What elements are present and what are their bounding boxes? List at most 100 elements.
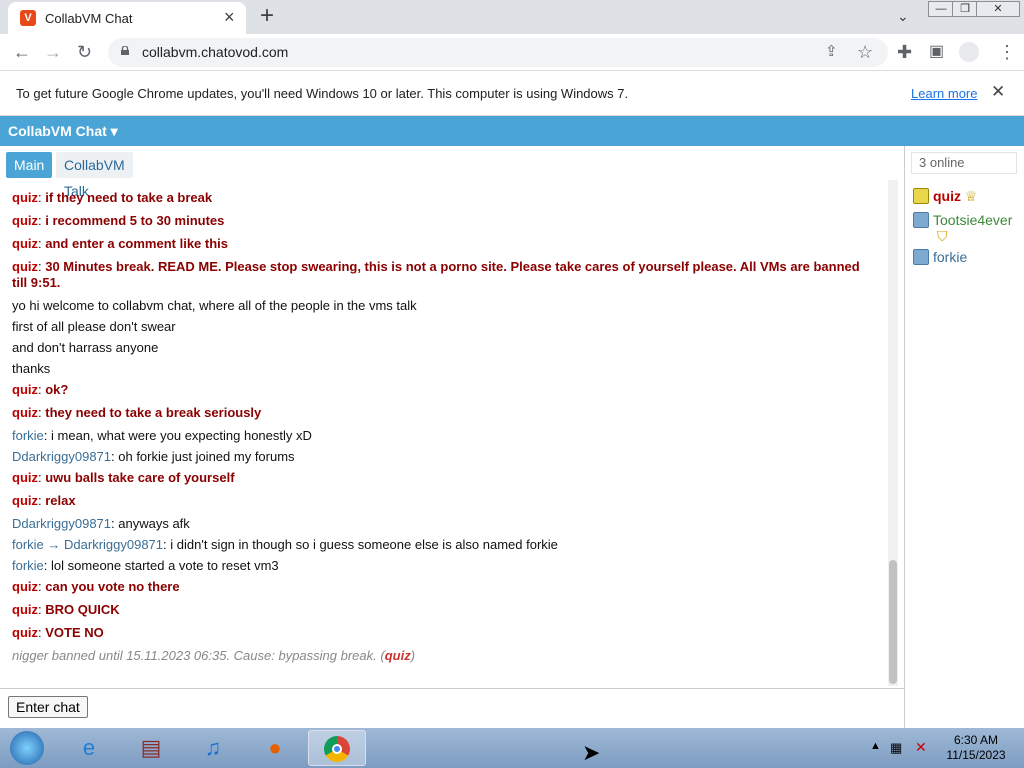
restore-icon[interactable]: ❐ (952, 1, 978, 17)
chat-pane: Main CollabVM Talk quiz: if they need to… (0, 146, 904, 688)
chat-message: quiz: i recommend 5 to 30 minutes (12, 213, 225, 228)
message-username[interactable]: quiz (12, 579, 38, 594)
user-name: forkie (933, 249, 968, 265)
new-tab-icon[interactable]: + (260, 4, 274, 28)
user-tootsie4ever[interactable]: Tootsie4ever ⛉ (913, 212, 1023, 245)
crown-icon: ♕ (964, 188, 978, 204)
user-name: Tootsie4ever (933, 212, 1013, 228)
archive-app-icon[interactable]: ▤ (124, 730, 178, 766)
chat-scrollbar[interactable] (888, 180, 898, 686)
scroll-thumb[interactable] (889, 560, 897, 684)
message-username[interactable]: forkie (12, 558, 44, 573)
bookmark-star-icon[interactable]: ☆ (857, 42, 873, 62)
tab-collabvm-talk[interactable]: CollabVM Talk (56, 152, 133, 199)
message-text: lol someone started a vote to reset vm3 (51, 558, 279, 573)
message-text: oh forkie just joined my forums (118, 449, 295, 464)
lock-icon (121, 46, 129, 55)
app-title-dropdown[interactable]: CollabVM Chat ▾ (8, 123, 118, 140)
system-ban-message: nigger banned until 15.11.2023 06:35. Ca… (12, 648, 872, 663)
music-player-icon[interactable]: ♫ (186, 730, 240, 766)
internet-explorer-icon[interactable]: e (62, 730, 116, 766)
message-username[interactable]: quiz (12, 602, 38, 617)
message-text: BRO QUICK (45, 602, 120, 617)
clock-time: 6:30 AM (953, 733, 999, 747)
moderator-shield-icon: ⛉ (937, 228, 948, 244)
message-username[interactable]: quiz (12, 236, 38, 251)
chat-message: quiz: ok? (12, 382, 69, 397)
message-username[interactable]: quiz (12, 493, 38, 508)
message-text: can you vote no there (45, 579, 180, 594)
tab-main[interactable]: Main (6, 152, 53, 178)
browser-tab-strip: V CollabVM Chat × + ⌄ — ❐ ✕ (0, 0, 1024, 34)
user-forkie[interactable]: forkie (913, 249, 967, 265)
message-text: 30 Minutes break. READ ME. Please stop s… (12, 259, 860, 290)
address-bar[interactable]: collabvm.chatovod.com (108, 38, 888, 67)
browser-tab[interactable]: V CollabVM Chat × (8, 2, 246, 34)
message-line: and don't harrass anyone (12, 340, 159, 355)
system-clock[interactable]: 6:30 AM 11/15/2023 (938, 733, 1014, 763)
user-avatar-icon (913, 212, 929, 228)
show-hidden-icons-icon[interactable]: ▲ (870, 740, 881, 752)
message-username[interactable]: quiz (12, 470, 38, 485)
message-line: thanks (12, 361, 51, 376)
user-name: quiz (933, 188, 961, 204)
tab-title: CollabVM Chat (45, 11, 133, 26)
close-window-icon[interactable]: ✕ (976, 1, 1020, 17)
message-username[interactable]: quiz (12, 405, 38, 420)
message-username[interactable]: quiz (12, 625, 38, 640)
message-username[interactable]: quiz (12, 259, 38, 274)
start-button-icon[interactable] (0, 730, 54, 766)
side-panel-icon[interactable]: ▣ (929, 42, 944, 62)
volume-muted-icon[interactable]: ✕ (915, 739, 927, 756)
message-text: uwu balls take care of yourself (45, 470, 235, 485)
message-text: i mean, what were you expecting honestly… (51, 428, 312, 443)
learn-more-link[interactable]: Learn more (911, 86, 977, 101)
chat-input-area: Enter chat (0, 688, 904, 728)
user-list-pane: 3 online quiz ♕ Tootsie4ever ⛉ forkie (904, 146, 1024, 728)
close-tab-icon[interactable]: × (224, 8, 235, 26)
chat-message: quiz: BRO QUICK (12, 602, 120, 617)
system-text-end: ) (410, 648, 416, 663)
chrome-taskbar-icon[interactable] (308, 730, 366, 766)
chat-message: forkie: i mean, what were you expecting … (12, 428, 312, 443)
message-username[interactable]: forkie → Ddarkriggy09871 (12, 537, 163, 552)
url-text: collabvm.chatovod.com (142, 44, 289, 60)
back-icon[interactable]: ← (13, 42, 31, 62)
reload-icon[interactable]: ↻ (77, 42, 92, 62)
system-text: nigger banned until 15.11.2023 06:35. Ca… (12, 648, 385, 663)
extensions-icon[interactable]: ✚ (897, 42, 912, 62)
share-icon[interactable]: ⇪ (825, 42, 838, 62)
message-username[interactable]: Ddarkriggy09871 (12, 449, 111, 464)
update-infobar: To get future Google Chrome updates, you… (0, 71, 1024, 116)
minimize-icon[interactable]: — (928, 1, 954, 17)
message-line: yo hi welcome to collabvm chat, where al… (12, 298, 417, 313)
enter-chat-button[interactable]: Enter chat (8, 696, 88, 718)
message-username[interactable]: quiz (12, 382, 38, 397)
user-quiz[interactable]: quiz ♕ (913, 188, 977, 205)
message-text: if they need to take a break (45, 190, 213, 205)
chat-message: quiz: VOTE NO (12, 625, 104, 640)
chat-message: Ddarkriggy09871: anyways afk (12, 516, 190, 531)
chat-message: forkie → Ddarkriggy09871: i didn't sign … (12, 537, 558, 552)
message-username[interactable]: quiz (12, 190, 38, 205)
network-icon[interactable]: ▦ (890, 740, 902, 756)
tab-search-icon[interactable]: ⌄ (897, 8, 909, 25)
message-text: relax (45, 493, 76, 508)
chat-message: quiz: can you vote no there (12, 579, 180, 594)
message-username[interactable]: quiz (12, 213, 38, 228)
message-list: quiz: if they need to take a break quiz: … (12, 190, 872, 663)
chat-message: forkie: lol someone started a vote to re… (12, 558, 279, 573)
profile-avatar-icon[interactable] (959, 42, 979, 62)
forward-icon[interactable]: → (44, 42, 62, 62)
message-text: i recommend 5 to 30 minutes (45, 213, 225, 228)
firefox-icon[interactable]: ● (248, 730, 302, 766)
message-username[interactable]: forkie (12, 428, 44, 443)
system-username[interactable]: quiz (385, 648, 411, 663)
menu-kebab-icon[interactable]: ⋮ (998, 42, 1016, 62)
message-username[interactable]: Ddarkriggy09871 (12, 516, 111, 531)
chat-message: quiz: 30 Minutes break. READ ME. Please … (12, 259, 860, 290)
favicon-icon: V (20, 10, 36, 26)
message-text: ok? (45, 382, 69, 397)
user-avatar-icon (913, 188, 929, 204)
close-icon[interactable]: ✕ (991, 82, 1005, 102)
